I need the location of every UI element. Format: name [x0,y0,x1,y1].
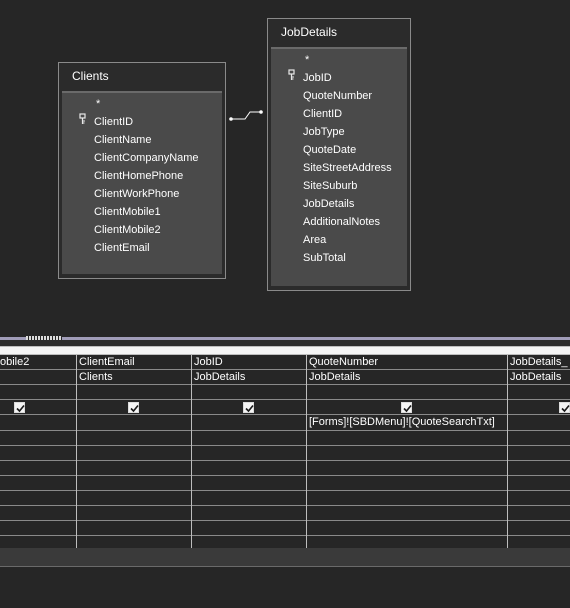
grid-table-cell[interactable]: JobDetails [510,370,569,385]
grid-criteria-cell[interactable] [510,415,569,430]
show-checkbox[interactable] [559,402,570,413]
clients-field-clientworkphone[interactable]: ClientWorkPhone [62,185,222,203]
grid-field-cell[interactable]: obile2 [0,355,72,370]
grid-horizontal-scrollbar[interactable] [0,548,570,567]
clients-field-clientmobile2[interactable]: ClientMobile2 [62,221,222,239]
jobdetails-field-area[interactable]: Area [271,231,407,249]
show-checkbox[interactable] [14,402,25,413]
grid-criteria-cell[interactable]: [Forms]![SBDMenu]![QuoteSearchTxt] [309,415,506,430]
grid-criteria-cell[interactable] [79,415,190,430]
grid-column-divider [507,354,508,548]
clients-field-clientcompanyname[interactable]: ClientCompanyName [62,149,222,167]
query-design-pane: Clients * ClientID ClientName ClientCompan… [0,0,570,318]
grid-column-selectors[interactable] [0,347,570,354]
grid-column-divider [76,354,77,548]
clients-field-star[interactable]: * [62,95,222,113]
grid-row-divider [0,475,570,476]
jobdetails-field-quotedate[interactable]: QuoteDate [271,141,407,159]
grid-table-cell[interactable]: JobDetails [309,370,506,385]
show-checkbox[interactable] [128,402,139,413]
jobdetails-field-sitestreetaddress[interactable]: SiteStreetAddress [271,159,407,177]
jobdetails-field-jobtype[interactable]: JobType [271,123,407,141]
clients-table-box[interactable]: Clients * ClientID ClientName ClientCompan… [58,62,226,279]
checkmark-icon [403,404,412,413]
jobdetails-table-title: JobDetails [281,25,338,39]
show-checkbox[interactable] [243,402,254,413]
clients-table-title: Clients [72,69,109,83]
jobdetails-field-jobdetails[interactable]: JobDetails [271,195,407,213]
clients-field-list[interactable]: * ClientID ClientName ClientCompanyName Cli… [62,91,222,274]
grid-row-divider [0,399,570,400]
grid-row-divider [0,430,570,431]
grid-column-divider [306,354,307,548]
grid-row-divider [0,445,570,446]
grid-row-divider [0,520,570,521]
grid-table-cell[interactable]: Clients [79,370,190,385]
bottom-empty-area [0,567,570,608]
grid-row-divider [0,460,570,461]
pane-splitter[interactable] [0,318,570,336]
jobdetails-field-quotenumber[interactable]: QuoteNumber [271,87,407,105]
jobdetails-field-additionalnotes[interactable]: AdditionalNotes [271,213,407,231]
checkmark-icon [561,404,570,413]
jobdetails-field-sitesuburb[interactable]: SiteSuburb [271,177,407,195]
jobdetails-table-box[interactable]: JobDetails * JobID QuoteNumber ClientID Job… [267,18,411,291]
clients-field-clientemail[interactable]: ClientEmail [62,239,222,257]
clients-field-clienthomephone[interactable]: ClientHomePhone [62,167,222,185]
grid-top-border [0,340,570,347]
checkmark-icon [130,404,139,413]
clients-field-clientid[interactable]: ClientID [62,113,222,131]
clients-field-clientname[interactable]: ClientName [62,131,222,149]
jobdetails-field-list[interactable]: * JobID QuoteNumber ClientID JobType QuoteDa… [271,47,407,286]
grid-row-divider [0,535,570,536]
grid-field-cell[interactable]: ClientEmail [79,355,190,370]
grid-field-cell[interactable]: QuoteNumber [309,355,506,370]
relationship-line[interactable] [228,108,268,124]
grid-table-cell[interactable]: JobDetails [194,370,305,385]
grid-column-divider [191,354,192,548]
grid-criteria-cell[interactable] [194,415,305,430]
jobdetails-field-star[interactable]: * [271,51,407,69]
grid-field-cell[interactable]: JobDetails_ [510,355,569,370]
grid-row-divider [0,505,570,506]
grid-criteria-cell[interactable] [3,415,75,430]
jobdetails-field-clientid[interactable]: ClientID [271,105,407,123]
clients-field-clientmobile1[interactable]: ClientMobile1 [62,203,222,221]
grid-table-cell[interactable] [3,370,75,385]
primary-key-icon [288,69,296,87]
grid-row-divider [0,490,570,491]
grid-field-cell[interactable]: JobID [194,355,305,370]
checkmark-icon [245,404,254,413]
show-checkbox[interactable] [401,402,412,413]
jobdetails-field-jobid[interactable]: JobID [271,69,407,87]
primary-key-icon [79,113,87,131]
checkmark-icon [16,404,25,413]
jobdetails-field-subtotal[interactable]: SubTotal [271,249,407,267]
query-design-grid[interactable]: obile2 ClientEmail Clients JobID JobDetails Q… [0,347,570,548]
